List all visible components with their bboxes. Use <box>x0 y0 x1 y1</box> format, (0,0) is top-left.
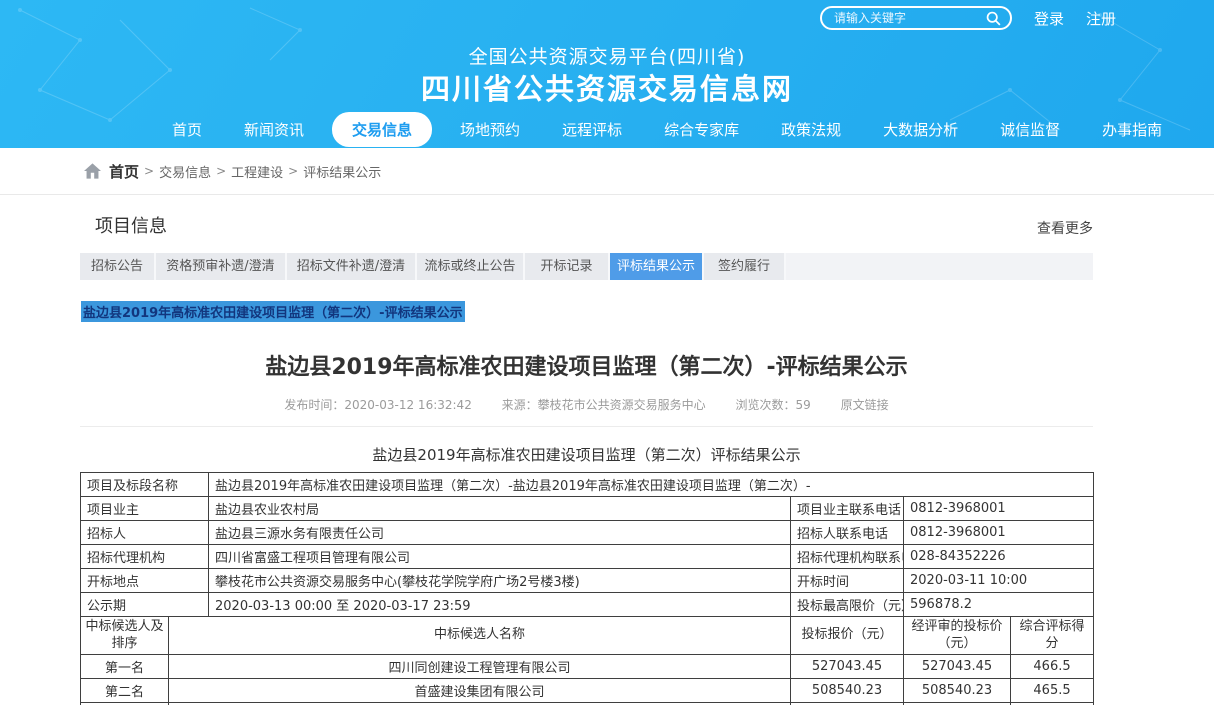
row-value: 028-84352226 <box>904 545 1094 569</box>
nav-item-guide[interactable]: 办事指南 <box>1088 112 1176 147</box>
section-header: 项目信息 查看更多 <box>80 195 1093 238</box>
row-label: 开标地点 <box>81 569 209 593</box>
table-row: 开标地点 攀枝花市公共资源交易服务中心(攀枝花学院学府广场2号楼3楼) 开标时间… <box>81 569 1094 593</box>
nav-item-trade-info[interactable]: 交易信息 <box>332 112 432 147</box>
tab-eval-result-notice[interactable]: 评标结果公示 <box>610 253 704 280</box>
candidate-rank: 第一名 <box>81 655 169 679</box>
row-value: 盐边县2019年高标准农田建设项目监理（第二次）-盐边县2019年高标准农田建设… <box>209 473 1094 497</box>
tab-contract-performance[interactable]: 签约履行 <box>704 253 786 280</box>
row-value: 2020-03-11 10:00 <box>904 569 1094 593</box>
table-caption: 盐边县2019年高标准农田建设项目监理（第二次）评标结果公示 <box>80 444 1093 465</box>
candidate-row: 第二名 首盛建设集团有限公司 508540.23 508540.23 465.5 <box>81 679 1094 703</box>
row-label: 项目业主 <box>81 497 209 521</box>
nav-item-big-data[interactable]: 大数据分析 <box>869 112 972 147</box>
candidate-header-row: 中标候选人及排序 中标候选人名称 投标报价（元） 经评审的投标价（元） 综合评标… <box>81 617 1094 655</box>
breadcrumb-construction[interactable]: 工程建设 <box>231 162 283 181</box>
table-row: 招标代理机构 四川省富盛工程项目管理有限公司 招标代理机构联系电话 028-84… <box>81 545 1094 569</box>
nav-item-remote-eval[interactable]: 远程评标 <box>548 112 636 147</box>
platform-name: 全国公共资源交易平台(四川省) <box>0 42 1214 69</box>
candidate-evaluated: 508540.23 <box>904 679 1011 703</box>
nav-item-integrity[interactable]: 诚信监督 <box>986 112 1074 147</box>
search-input[interactable] <box>834 11 974 25</box>
view-count: 浏览次数：59 <box>736 398 811 412</box>
col-header-evaluated: 经评审的投标价（元） <box>904 617 1011 655</box>
table-row: 项目及标段名称 盐边县2019年高标准农田建设项目监理（第二次）-盐边县2019… <box>81 473 1094 497</box>
section-title: 项目信息 <box>80 212 167 238</box>
table-row: 项目业主 盐边县农业农村局 项目业主联系电话 0812-3968001 <box>81 497 1094 521</box>
candidate-score: 466.5 <box>1011 655 1094 679</box>
home-icon <box>84 163 101 179</box>
row-value: 盐边县三源水务有限责任公司 <box>209 521 791 545</box>
row-label: 招标代理机构 <box>81 545 209 569</box>
site-title: 四川省公共资源交易信息网 <box>0 66 1214 108</box>
row-label: 招标人联系电话 <box>791 521 904 545</box>
candidate-score: 465.5 <box>1011 679 1094 703</box>
site-header: 登录 注册 全国公共资源交易平台(四川省) 四川省公共资源交易信息网 首页 新闻… <box>0 0 1214 148</box>
candidate-rank: 第二名 <box>81 679 169 703</box>
breadcrumb-trade-info[interactable]: 交易信息 <box>159 162 211 181</box>
breadcrumb: 首页 > 交易信息 > 工程建设 > 评标结果公示 <box>0 148 1214 195</box>
nav-item-expert-pool[interactable]: 综合专家库 <box>650 112 753 147</box>
table-row: 公示期 2020-03-13 00:00 至 2020-03-17 23:59 … <box>81 593 1094 617</box>
publish-time: 发布时间：2020-03-12 16:32:42 <box>284 398 471 412</box>
col-header-rank: 中标候选人及排序 <box>81 617 169 655</box>
nav-item-policies[interactable]: 政策法规 <box>767 112 855 147</box>
selected-result-link[interactable]: 盐边县2019年高标准农田建设项目监理（第二次）-评标结果公示 <box>81 301 465 322</box>
tab-strip: 招标公告 资格预审补遗/澄清 招标文件补遗/澄清 流标或终止公告 开标记录 评标… <box>80 253 1093 280</box>
register-link[interactable]: 注册 <box>1086 8 1116 29</box>
nav-item-venue-booking[interactable]: 场地预约 <box>446 112 534 147</box>
row-value: 攀枝花市公共资源交易服务中心(攀枝花学院学府广场2号楼3楼) <box>209 569 791 593</box>
row-value: 596878.2 <box>904 593 1094 617</box>
row-label: 招标代理机构联系电话 <box>791 545 904 569</box>
divider <box>80 426 1093 427</box>
result-table: 项目及标段名称 盐边县2019年高标准农田建设项目监理（第二次）-盐边县2019… <box>80 472 1094 705</box>
col-header-name: 中标候选人名称 <box>169 617 791 655</box>
candidate-bid: 527043.45 <box>791 655 904 679</box>
row-label: 项目及标段名称 <box>81 473 209 497</box>
candidate-name: 首盛建设集团有限公司 <box>169 679 791 703</box>
search-box[interactable] <box>820 6 1012 30</box>
tab-tender-notice[interactable]: 招标公告 <box>80 253 156 280</box>
view-more-link[interactable]: 查看更多 <box>1037 218 1093 238</box>
row-value: 0812-3968001 <box>904 497 1094 521</box>
row-label: 公示期 <box>81 593 209 617</box>
col-header-score: 综合评标得分 <box>1011 617 1094 655</box>
candidate-row: 第一名 四川同创建设工程管理有限公司 527043.45 527043.45 4… <box>81 655 1094 679</box>
row-label: 投标最高限价（元） <box>791 593 904 617</box>
tab-failed-terminated[interactable]: 流标或终止公告 <box>417 253 525 280</box>
candidate-name: 四川同创建设工程管理有限公司 <box>169 655 791 679</box>
row-label: 项目业主联系电话 <box>791 497 904 521</box>
col-header-bid: 投标报价（元） <box>791 617 904 655</box>
article-title: 盐边县2019年高标准农田建设项目监理（第二次）-评标结果公示 <box>80 349 1093 381</box>
breadcrumb-separator: > <box>288 164 298 178</box>
tab-doc-addendum[interactable]: 招标文件补遗/澄清 <box>287 253 417 280</box>
main-nav: 首页 新闻资讯 交易信息 场地预约 远程评标 综合专家库 政策法规 大数据分析 … <box>158 112 1190 147</box>
topbar: 登录 注册 <box>820 6 1116 30</box>
tab-bid-opening-record[interactable]: 开标记录 <box>525 253 610 280</box>
login-link[interactable]: 登录 <box>1034 8 1064 29</box>
nav-item-home[interactable]: 首页 <box>158 112 216 147</box>
table-row: 招标人 盐边县三源水务有限责任公司 招标人联系电话 0812-3968001 <box>81 521 1094 545</box>
breadcrumb-home[interactable]: 首页 <box>109 161 139 182</box>
breadcrumb-separator: > <box>144 164 154 178</box>
content: 项目信息 查看更多 招标公告 资格预审补遗/澄清 招标文件补遗/澄清 流标或终止… <box>80 195 1093 705</box>
nav-item-news[interactable]: 新闻资讯 <box>230 112 318 147</box>
row-value: 2020-03-13 00:00 至 2020-03-17 23:59 <box>209 593 791 617</box>
row-value: 四川省富盛工程项目管理有限公司 <box>209 545 791 569</box>
breadcrumb-result-notice[interactable]: 评标结果公示 <box>303 162 381 181</box>
row-value: 0812-3968001 <box>904 521 1094 545</box>
candidate-bid: 508540.23 <box>791 679 904 703</box>
breadcrumb-separator: > <box>216 164 226 178</box>
row-label: 开标时间 <box>791 569 904 593</box>
row-value: 盐边县农业农村局 <box>209 497 791 521</box>
row-label: 招标人 <box>81 521 209 545</box>
article-source: 来源：攀枝花市公共资源交易服务中心 <box>502 398 706 412</box>
article-meta: 发布时间：2020-03-12 16:32:42 来源：攀枝花市公共资源交易服务… <box>80 396 1093 413</box>
tab-prequal-addendum[interactable]: 资格预审补遗/澄清 <box>156 253 287 280</box>
search-icon[interactable] <box>985 10 1002 27</box>
original-link[interactable]: 原文链接 <box>841 398 889 412</box>
candidate-evaluated: 527043.45 <box>904 655 1011 679</box>
